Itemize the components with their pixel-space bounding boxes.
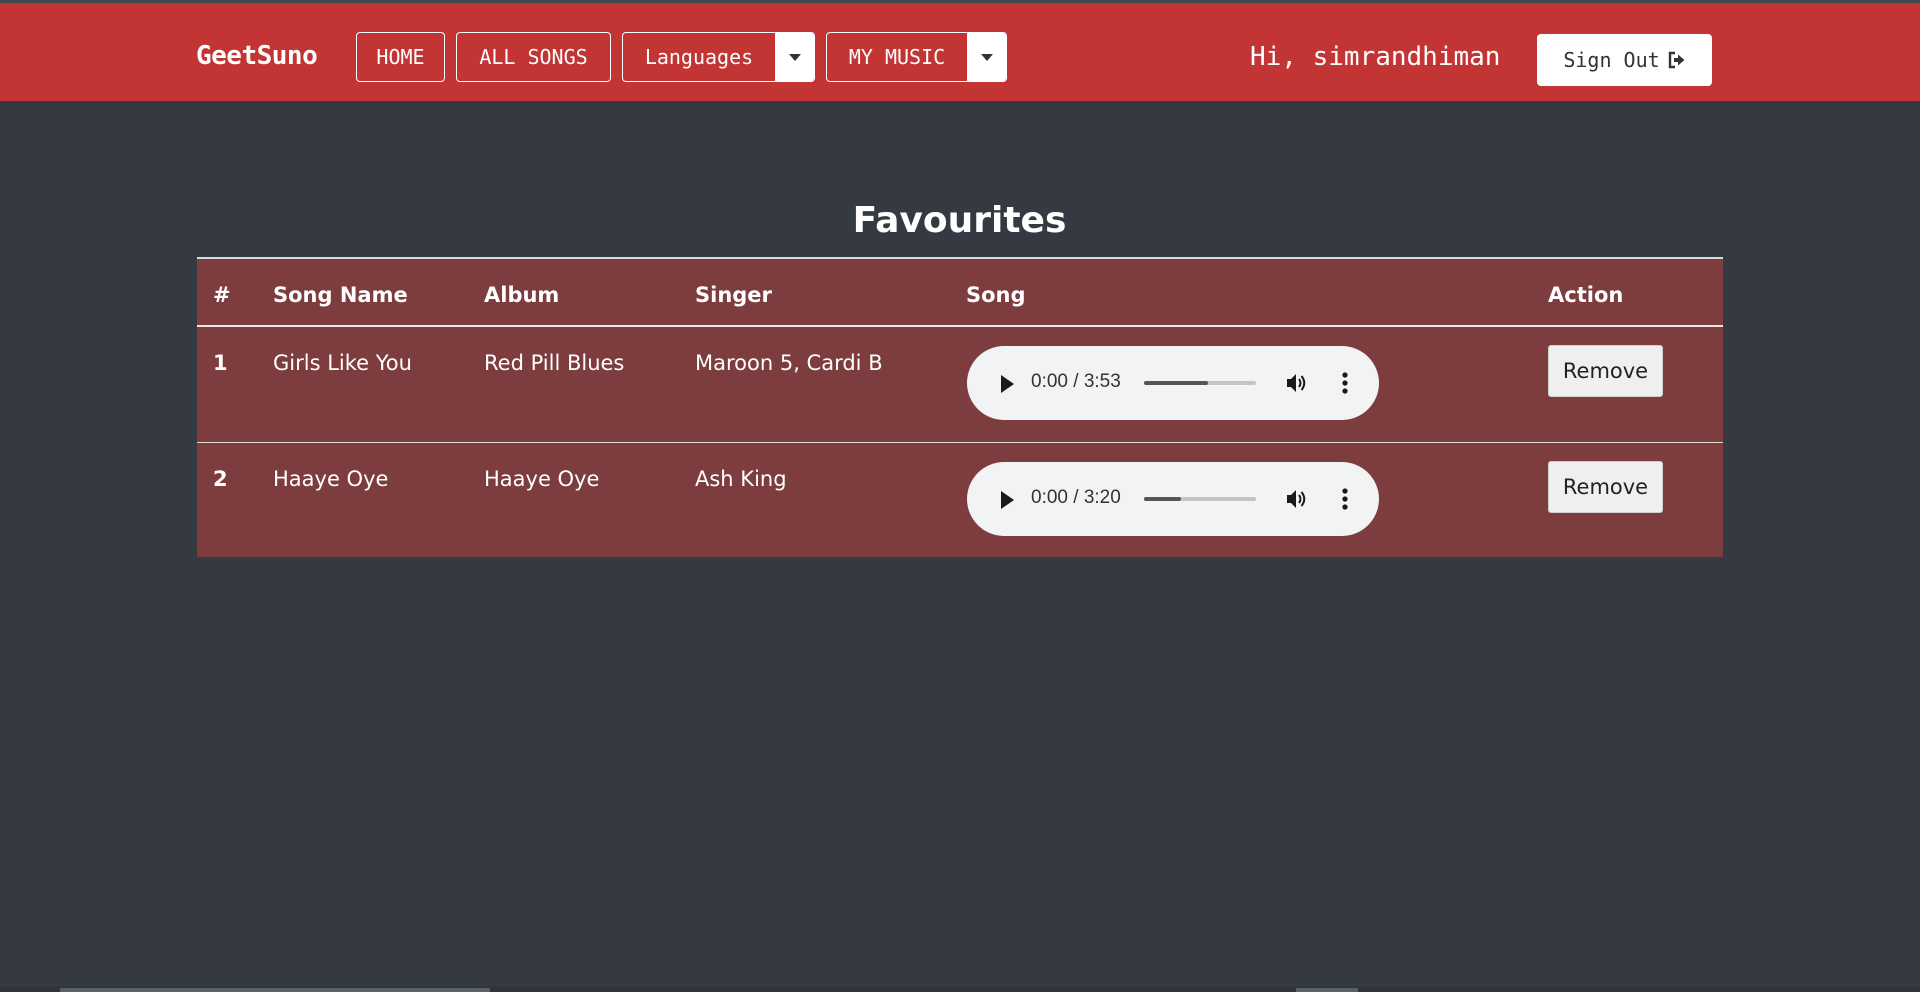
album-name: Red Pill Blues	[484, 351, 625, 375]
audio-player[interactable]: 0:00 / 3:20	[967, 462, 1379, 536]
languages-dropdown[interactable]: Languages	[622, 32, 815, 82]
scrollbar-thumb[interactable]	[60, 988, 490, 992]
header-song-name: Song Name	[273, 283, 408, 307]
my-music-dropdown[interactable]: MY MUSIC	[826, 32, 1007, 82]
nav-home-button[interactable]: HOME	[356, 32, 445, 82]
scrollbar-thumb[interactable]	[1296, 988, 1358, 992]
caret-down-icon	[980, 53, 993, 61]
header-number: #	[213, 283, 231, 307]
nav-all-songs-button[interactable]: ALL SONGS	[456, 32, 611, 82]
header-singer: Singer	[695, 283, 772, 307]
my-music-caret-button[interactable]	[967, 33, 1006, 81]
sign-out-button[interactable]: Sign Out	[1537, 34, 1712, 86]
volume-icon[interactable]	[1285, 488, 1309, 510]
audio-time: 0:00 / 3:53	[1031, 371, 1121, 392]
singer-name: Maroon 5, Cardi B	[695, 351, 883, 375]
header-song: Song	[966, 283, 1026, 307]
audio-track-fill	[1144, 381, 1208, 385]
row-number: 2	[213, 467, 228, 491]
header-album: Album	[484, 283, 560, 307]
table-row: 2 Haaye Oye Haaye Oye Ash King 0:00 / 3:…	[197, 443, 1723, 557]
play-icon[interactable]	[1001, 491, 1014, 509]
play-icon[interactable]	[1001, 375, 1014, 393]
favourites-table: # Song Name Album Singer Song Action 1 G…	[197, 257, 1723, 557]
audio-progress-track[interactable]	[1144, 497, 1256, 501]
more-options-icon[interactable]	[1341, 487, 1349, 511]
sign-out-label: Sign Out	[1563, 48, 1660, 72]
caret-down-icon	[788, 53, 801, 61]
user-greeting: Hi, simrandhiman	[1250, 42, 1501, 72]
song-name: Haaye Oye	[273, 467, 389, 491]
audio-player[interactable]: 0:00 / 3:53	[967, 346, 1379, 420]
brand-logo[interactable]: GeetSuno	[196, 41, 318, 71]
remove-button[interactable]: Remove	[1548, 461, 1663, 513]
album-name: Haaye Oye	[484, 467, 600, 491]
page-title: Favourites	[852, 200, 1067, 241]
audio-track-fill	[1144, 497, 1181, 501]
table-row: 1 Girls Like You Red Pill Blues Maroon 5…	[197, 327, 1723, 443]
audio-time: 0:00 / 3:20	[1031, 487, 1121, 508]
song-name: Girls Like You	[273, 351, 412, 375]
singer-name: Ash King	[695, 467, 787, 491]
navbar: GeetSuno HOME ALL SONGS Languages MY MUS…	[0, 3, 1920, 101]
header-action: Action	[1548, 283, 1624, 307]
languages-caret-button[interactable]	[775, 33, 814, 81]
remove-button[interactable]: Remove	[1548, 345, 1663, 397]
more-options-icon[interactable]	[1341, 371, 1349, 395]
volume-icon[interactable]	[1285, 372, 1309, 394]
sign-out-icon	[1668, 51, 1685, 69]
languages-button-label[interactable]: Languages	[623, 33, 775, 81]
table-header: # Song Name Album Singer Song Action	[197, 259, 1723, 327]
audio-progress-track[interactable]	[1144, 381, 1256, 385]
row-number: 1	[213, 351, 228, 375]
my-music-button-label[interactable]: MY MUSIC	[827, 33, 967, 81]
